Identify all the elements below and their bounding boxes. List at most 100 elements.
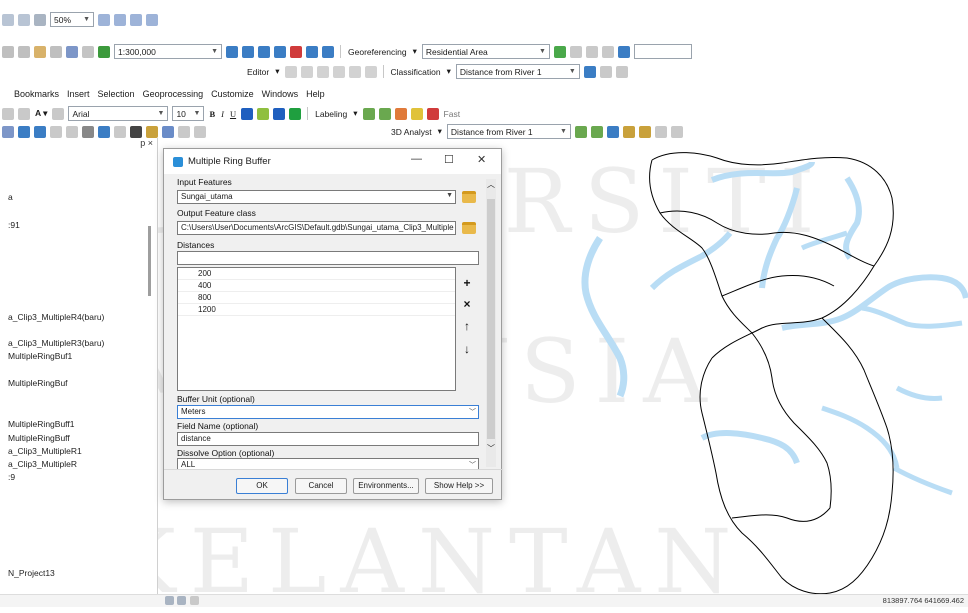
distance-entry-field[interactable]: [177, 251, 479, 265]
georeferencing-menu[interactable]: Georeferencing: [348, 47, 407, 57]
browse-output-folder-icon[interactable]: [462, 222, 476, 234]
toc-layer[interactable]: :91: [8, 220, 20, 230]
cut-icon[interactable]: [2, 45, 14, 58]
scroll-up-icon[interactable]: ︿: [487, 179, 495, 190]
dialog-scrollbar-thumb[interactable]: [487, 199, 495, 439]
italic-button[interactable]: I: [221, 109, 224, 119]
undo-icon[interactable]: [66, 45, 78, 58]
delete-icon[interactable]: [50, 45, 62, 58]
labeling-speed[interactable]: Fast: [444, 109, 461, 119]
page-fit-icon[interactable]: [114, 13, 126, 26]
toc-layer[interactable]: MultipleRingBuff1: [8, 419, 74, 429]
draw-rectangle-icon[interactable]: [18, 107, 30, 120]
layout-zoom-select[interactable]: 50% ▼: [50, 12, 94, 27]
table-icon[interactable]: [617, 45, 630, 58]
back-icon[interactable]: [18, 125, 30, 138]
layout-view-icon[interactable]: [165, 596, 174, 605]
toc-layer[interactable]: a_Clip3_MultipleR: [8, 459, 77, 469]
data-view-icon[interactable]: [177, 596, 186, 605]
toc-layer[interactable]: MultipleRingBuff: [8, 433, 70, 443]
rotate-icon[interactable]: [601, 45, 614, 58]
minimize-button[interactable]: —: [411, 153, 422, 165]
map-view[interactable]: [502, 138, 968, 600]
list-item[interactable]: 400: [178, 280, 455, 292]
measure-icon[interactable]: [146, 125, 158, 138]
3d-analyst-menu[interactable]: 3D Analyst: [391, 127, 432, 137]
pointer-icon[interactable]: [82, 125, 94, 138]
underline-button[interactable]: U: [230, 109, 236, 119]
chevron-down-icon[interactable]: ▾: [275, 66, 279, 77]
label-priority-icon[interactable]: [426, 107, 439, 120]
chevron-down-icon[interactable]: ▾: [353, 108, 357, 119]
input-features-select[interactable]: Sungai_utama ▼: [177, 190, 456, 204]
add-distance-button[interactable]: +: [460, 276, 474, 290]
page-prev-icon[interactable]: [130, 13, 142, 26]
chevron-down-icon[interactable]: ▾: [447, 66, 451, 77]
redo-icon[interactable]: [82, 45, 94, 58]
forward-icon[interactable]: [34, 125, 46, 138]
toc-layer[interactable]: MultipleRingBuf: [8, 378, 68, 388]
fill-color-icon[interactable]: [257, 107, 270, 120]
toc-scrollbar[interactable]: [148, 226, 151, 296]
arcscene-icon[interactable]: [654, 125, 667, 138]
view-link-table-icon[interactable]: [585, 45, 598, 58]
modelbuilder-icon[interactable]: [322, 45, 334, 58]
3d-analyst-layer-select[interactable]: Distance from River 1 ▼: [446, 124, 571, 139]
maximize-button[interactable]: ☐: [444, 153, 454, 166]
line-color-icon[interactable]: [273, 107, 286, 120]
copy-icon[interactable]: [18, 45, 30, 58]
list-item[interactable]: 800: [178, 292, 455, 304]
bold-button[interactable]: B: [209, 109, 215, 119]
attributes-icon[interactable]: [364, 65, 377, 78]
menu-customize[interactable]: Customize: [211, 89, 254, 99]
field-name-input[interactable]: distance: [177, 432, 479, 446]
font-name-select[interactable]: Arial ▼: [68, 106, 169, 121]
line-of-sight-icon[interactable]: [606, 125, 619, 138]
split-icon[interactable]: [332, 65, 345, 78]
menu-windows[interactable]: Windows: [262, 89, 299, 99]
toc-icon[interactable]: [242, 45, 254, 58]
paste-icon[interactable]: [34, 45, 46, 58]
add-data-icon[interactable]: [98, 45, 110, 58]
grid-icon[interactable]: [2, 13, 14, 26]
html-popup-icon[interactable]: [114, 125, 126, 138]
find-icon[interactable]: [130, 125, 142, 138]
editor-toolbar-icon[interactable]: [226, 45, 238, 58]
menu-selection[interactable]: Selection: [98, 89, 135, 99]
menu-help[interactable]: Help: [306, 89, 325, 99]
toc-pin-close[interactable]: p ×: [0, 138, 157, 152]
move-down-button[interactable]: ↓: [460, 342, 474, 356]
output-feature-class-field[interactable]: C:\Users\User\Documents\ArcGIS\Default.g…: [177, 221, 456, 235]
arcglobe-icon[interactable]: [670, 125, 683, 138]
chevron-down-icon[interactable]: ▾: [438, 126, 442, 137]
georef-search-box[interactable]: [633, 44, 692, 59]
select-features-icon[interactable]: [50, 125, 62, 138]
histogram-icon[interactable]: [599, 65, 612, 78]
profile-graph-icon[interactable]: [638, 125, 651, 138]
interpolate-line-icon[interactable]: [622, 125, 635, 138]
dialog-scrollbar[interactable]: [486, 179, 496, 467]
viewer-icon[interactable]: [194, 125, 206, 138]
remove-distance-button[interactable]: ×: [460, 297, 474, 311]
list-item[interactable]: 1200: [178, 304, 455, 316]
toc-layer[interactable]: a_Clip3_MultipleR3(baru): [8, 338, 104, 348]
close-button[interactable]: ✕: [477, 153, 486, 166]
menu-insert[interactable]: Insert: [67, 89, 90, 99]
clear-selection-icon[interactable]: [66, 125, 78, 138]
arctoolbox-icon[interactable]: [290, 45, 302, 58]
dissolve-option-select[interactable]: ALL ﹀: [177, 458, 479, 469]
edit-tool-icon[interactable]: [284, 65, 297, 78]
browse-input-folder-icon[interactable]: [462, 191, 476, 203]
font-size-select[interactable]: 10 ▼: [172, 106, 205, 121]
callout-icon[interactable]: [52, 107, 65, 120]
editor-menu[interactable]: Editor: [247, 67, 269, 77]
ok-button[interactable]: OK: [236, 478, 288, 494]
page-next-icon[interactable]: [146, 13, 158, 26]
lock-labels-icon[interactable]: [378, 107, 391, 120]
toc-layer[interactable]: MultipleRingBuf1: [8, 351, 72, 361]
text-tool-icon[interactable]: A ▾: [35, 108, 47, 119]
steepest-path-icon[interactable]: [590, 125, 603, 138]
georef-tools-icon[interactable]: [553, 45, 566, 58]
sketch-icon[interactable]: [316, 65, 329, 78]
classification-menu[interactable]: Classification: [391, 67, 441, 77]
